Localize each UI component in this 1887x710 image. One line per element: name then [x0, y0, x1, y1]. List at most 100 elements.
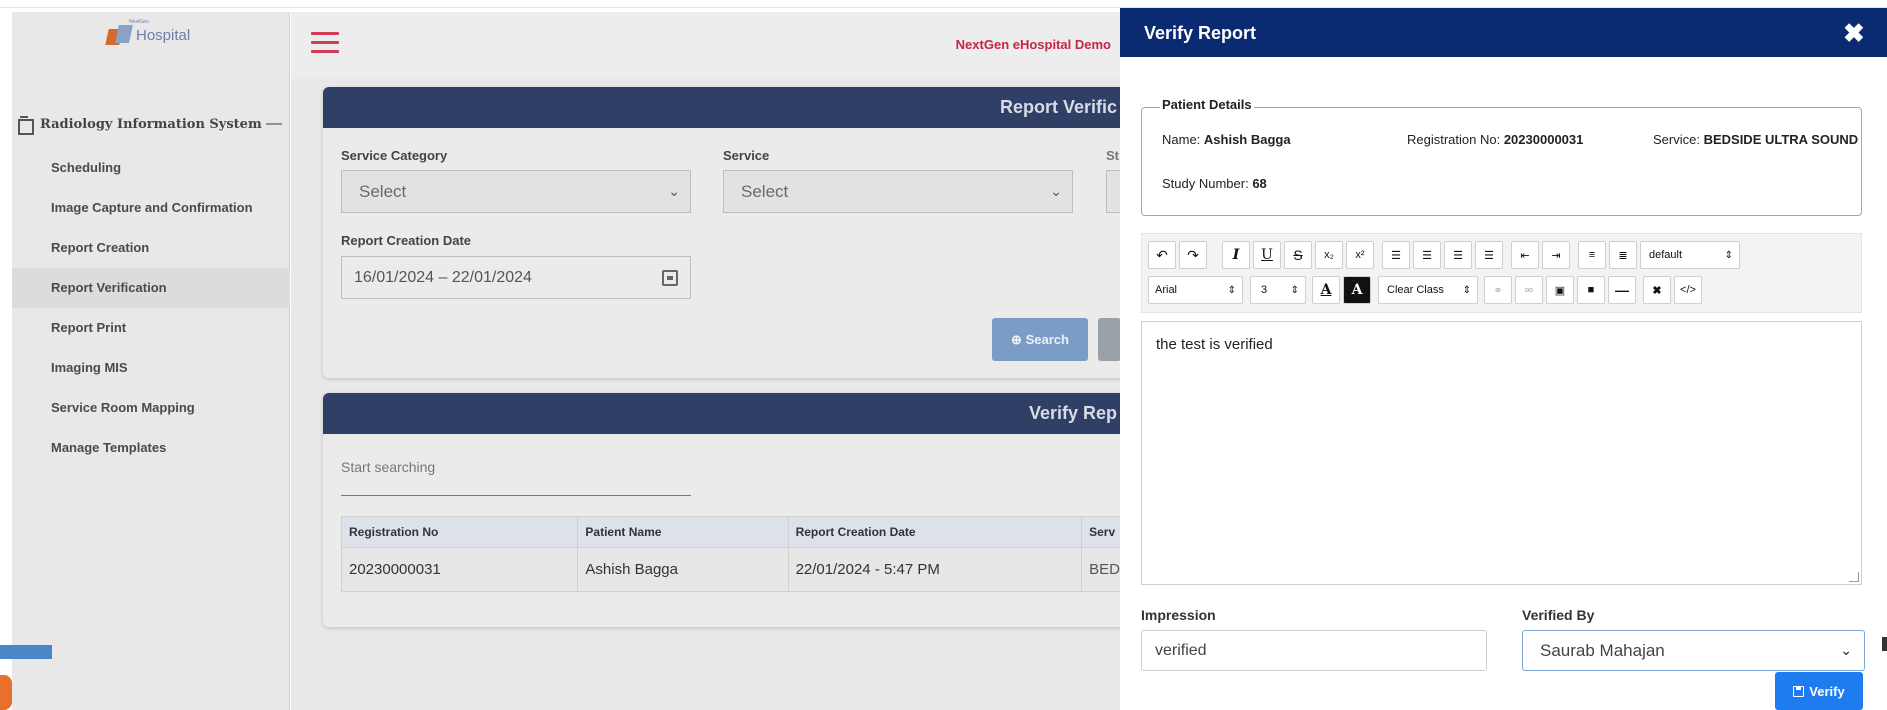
modal-header: Verify Report ✖	[1120, 8, 1887, 57]
sidebar-item-service-room-mapping[interactable]: Service Room Mapping	[12, 388, 290, 428]
search-underline	[341, 495, 691, 496]
reset-button-partial[interactable]	[1098, 318, 1121, 361]
cell-service: BED	[1081, 547, 1121, 592]
align-right-icon[interactable]: ☰	[1444, 241, 1472, 269]
service-category-label: Service Category	[341, 148, 448, 163]
superscript-icon[interactable]: x²	[1346, 241, 1374, 269]
verify-report-card-title: Verify Rep	[323, 393, 1121, 434]
status-label-partial: St	[1106, 148, 1119, 163]
image-icon[interactable]: ▣	[1546, 276, 1574, 304]
sidebar-item-report-print[interactable]: Report Print	[12, 308, 290, 348]
sidebar-item-report-creation[interactable]: Report Creation	[12, 228, 290, 268]
chevron-down-icon: ⌄	[1050, 183, 1062, 199]
updown-icon: ⇕	[1462, 284, 1471, 296]
subscript-icon[interactable]: x₂	[1315, 241, 1343, 269]
column-header[interactable]: Registration No	[340, 516, 579, 548]
main-header: NextGen eHospital Demo	[291, 12, 1121, 78]
clear-class-select[interactable]: Clear Class ⇕	[1378, 276, 1478, 304]
edge-partial	[1882, 637, 1887, 651]
sidebar-item-report-verification[interactable]: Report Verification	[12, 268, 290, 308]
indent-icon[interactable]: ⇥	[1542, 241, 1570, 269]
verify-report-modal: Verify Report ✖ Patient Details Name: As…	[1120, 8, 1887, 710]
verified-by-label: Verified By	[1522, 607, 1595, 623]
report-table: Registration No Patient Name Report Crea…	[340, 516, 1121, 592]
hamburger-menu-icon[interactable]	[311, 32, 339, 54]
cell-report-date: 22/01/2024 - 5:47 PM	[787, 547, 1083, 592]
search-input[interactable]: Start searching	[341, 459, 435, 475]
numbered-list-icon[interactable]: ≣	[1609, 241, 1637, 269]
sidebar-item-scheduling[interactable]: Scheduling	[12, 148, 290, 188]
service-category-select[interactable]: Select ⌄	[341, 170, 691, 213]
section-icon	[17, 116, 34, 135]
service-select[interactable]: Select ⌄	[723, 170, 1073, 213]
outdent-icon[interactable]: ⇤	[1511, 241, 1539, 269]
patient-name: Name: Ashish Bagga	[1162, 132, 1291, 147]
sidebar-item-imaging-mis[interactable]: Imaging MIS	[12, 348, 290, 388]
top-border	[0, 0, 1887, 8]
patient-details-legend: Patient Details	[1160, 97, 1254, 112]
justify-icon[interactable]: ☰	[1475, 241, 1503, 269]
align-left-icon[interactable]: ☰	[1382, 241, 1410, 269]
unlink-icon[interactable]: ⚮	[1515, 276, 1543, 304]
font-color-icon[interactable]: A	[1312, 276, 1340, 304]
column-header[interactable]: Serv	[1081, 516, 1121, 548]
report-date-range-input[interactable]: 16/01/2024 – 22/01/2024	[341, 256, 691, 299]
save-icon	[1793, 685, 1805, 697]
cell-registration-no: 20230000031	[340, 547, 579, 592]
font-family-select[interactable]: Arial ⇕	[1148, 276, 1243, 304]
sidebar-section-radiology[interactable]: Radiology Information System —	[17, 113, 290, 135]
editor-toolbar: ↶ ↷ I U S x₂ x² ☰ ☰ ☰ ☰ ⇤ ⇥ ≡ ≣ default ⇕…	[1141, 233, 1862, 313]
column-header[interactable]: Report Creation Date	[787, 516, 1083, 548]
horizontal-rule-icon[interactable]: —	[1608, 276, 1636, 304]
report-editor[interactable]: the test is verified	[1141, 321, 1862, 585]
section-title: Radiology Information System	[40, 116, 262, 132]
updown-icon: ⇕	[1290, 284, 1299, 296]
chevron-down-icon: ⌄	[1840, 642, 1852, 658]
table-row[interactable]: 20230000031 Ashish Bagga 22/01/2024 - 5:…	[340, 547, 1121, 592]
resize-handle-icon[interactable]	[1849, 572, 1859, 582]
chevron-down-icon: ⌄	[668, 183, 680, 199]
sidebar-item-manage-templates[interactable]: Manage Templates	[12, 428, 290, 468]
logo-text: Hospital	[136, 26, 191, 44]
impression-label: Impression	[1141, 607, 1216, 623]
remove-format-icon[interactable]: ✖	[1643, 276, 1671, 304]
modal-title: Verify Report	[1144, 23, 1257, 43]
calendar-icon[interactable]	[662, 270, 678, 286]
align-center-icon[interactable]: ☰	[1413, 241, 1441, 269]
style-select[interactable]: default ⇕	[1640, 241, 1740, 269]
strikethrough-icon[interactable]: S	[1284, 241, 1312, 269]
code-view-icon[interactable]: </>	[1674, 276, 1702, 304]
column-header[interactable]: Patient Name	[577, 516, 789, 548]
patient-details-box	[1141, 107, 1862, 216]
impression-input[interactable]: verified	[1141, 630, 1487, 671]
close-icon[interactable]: ✖	[1843, 18, 1865, 49]
logo-mark-icon: NextGen	[105, 19, 149, 47]
footer-bar-partial	[0, 645, 52, 659]
bullet-list-icon[interactable]: ≡	[1578, 241, 1606, 269]
highlight-color-icon[interactable]: A	[1343, 276, 1371, 304]
study-number: Study Number: 68	[1162, 176, 1267, 191]
updown-icon: ⇕	[1724, 249, 1733, 261]
filter-card-title: Report Verific	[323, 87, 1121, 128]
updown-icon: ⇕	[1227, 284, 1236, 296]
registration-no: Registration No: 20230000031	[1407, 132, 1584, 147]
sidebar-item-image-capture[interactable]: Image Capture and Confirmation	[12, 188, 290, 228]
service-name: Service: BEDSIDE ULTRA SOUND	[1653, 132, 1859, 147]
collapse-icon[interactable]: —	[266, 115, 282, 133]
verify-button[interactable]: Verify	[1775, 672, 1863, 710]
hospital-logo[interactable]: NextGen Hospital	[105, 19, 191, 51]
italic-icon[interactable]: I	[1222, 241, 1250, 269]
link-icon[interactable]: ⚭	[1484, 276, 1512, 304]
status-select-partial[interactable]	[1106, 170, 1121, 213]
search-icon: ⊕	[1011, 332, 1022, 347]
underline-icon[interactable]: U	[1253, 241, 1281, 269]
font-size-select[interactable]: 3 ⇕	[1250, 276, 1306, 304]
cell-patient-name: Ashish Bagga	[577, 547, 789, 592]
verified-by-select[interactable]: Saurab Mahajan ⌄	[1522, 630, 1865, 671]
video-icon[interactable]: ■	[1577, 276, 1605, 304]
redo-icon[interactable]: ↷	[1179, 241, 1207, 269]
sidebar: NextGen Hospital Radiology Information S…	[12, 12, 290, 710]
undo-icon[interactable]: ↶	[1148, 241, 1176, 269]
editor-content[interactable]: the test is verified	[1156, 336, 1273, 353]
search-button[interactable]: ⊕ Search	[992, 318, 1088, 361]
